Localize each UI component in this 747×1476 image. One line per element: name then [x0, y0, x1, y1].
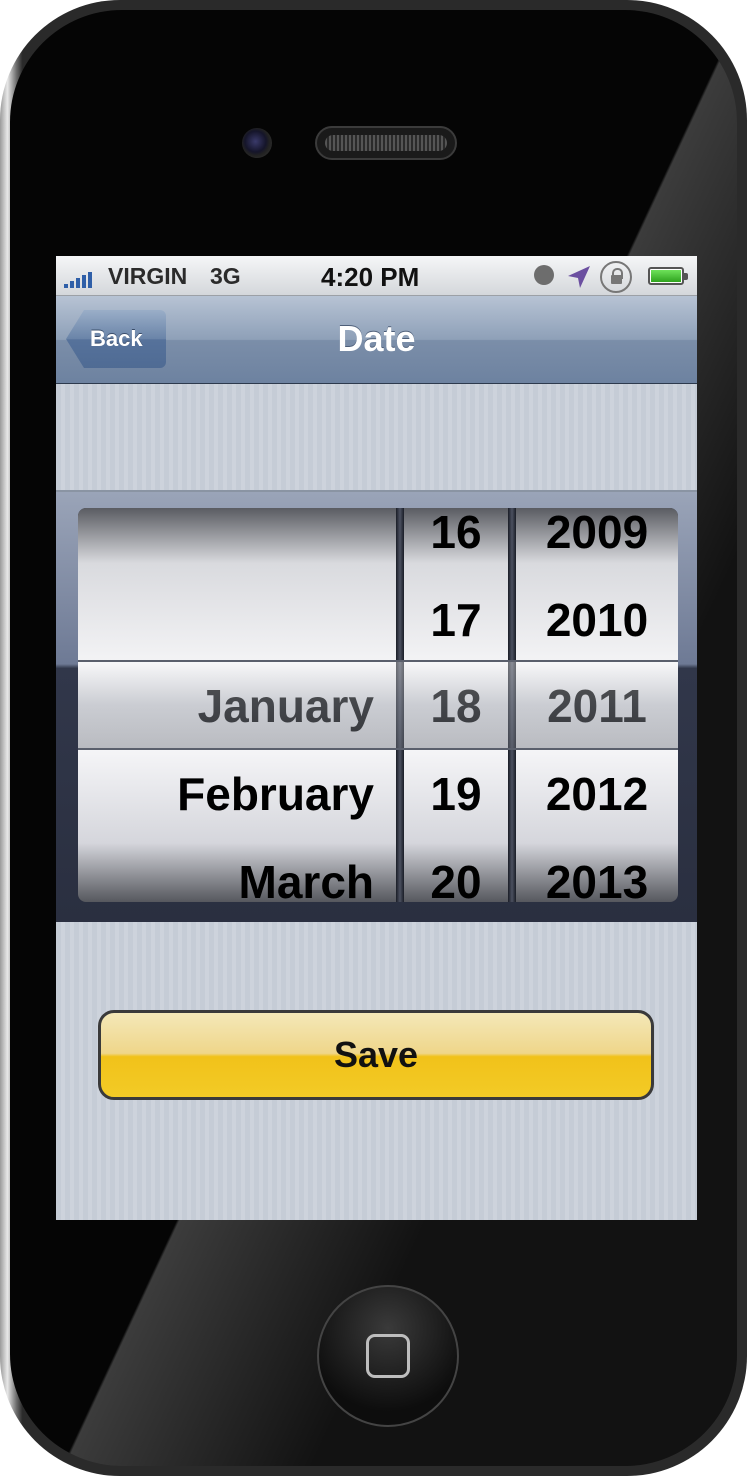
network-type: 3G: [210, 263, 241, 289]
status-bar: VIRGIN 3G 4:20 PM: [56, 256, 697, 296]
wheel-separator: [396, 508, 404, 902]
month-row: March: [238, 856, 374, 902]
day-row-selected: 18: [430, 680, 482, 732]
day-wheel[interactable]: 16 17 18 19 20: [404, 508, 508, 902]
year-row: 2010: [545, 594, 649, 646]
wheel-separator: [508, 508, 516, 902]
day-row: 16: [430, 508, 482, 558]
day-row: 17: [430, 594, 482, 646]
month-wheel[interactable]: January February March: [78, 508, 396, 902]
month-row-selected: January: [197, 680, 374, 732]
day-row: 20: [430, 856, 482, 902]
front-camera: [242, 128, 272, 158]
page-title: Date: [337, 318, 416, 359]
battery-icon: [648, 267, 688, 285]
year-row: 2009: [545, 508, 649, 558]
month-row: [78, 508, 396, 576]
month-row: [78, 576, 396, 664]
save-button-label: Save: [333, 1034, 419, 1075]
alarm-clock-icon: [534, 265, 554, 285]
content-area: [56, 384, 697, 492]
rotation-lock-icon: [600, 261, 632, 293]
month-row: February: [177, 768, 374, 820]
screen: VIRGIN 3G 4:20 PM Back Date January Febr…: [56, 256, 697, 1220]
status-time: 4:20 PM: [321, 262, 420, 292]
year-row: 2012: [545, 768, 649, 820]
earpiece-speaker: [315, 126, 457, 160]
location-arrow-icon: [568, 266, 590, 288]
home-button[interactable]: [317, 1285, 459, 1427]
year-wheel[interactable]: 2009 2010 2011 2012 2013: [516, 508, 678, 902]
save-button[interactable]: Save: [98, 1010, 654, 1100]
carrier-name: VIRGIN: [108, 263, 188, 289]
navigation-bar: Back Date: [56, 296, 697, 384]
date-picker: January February March 16 17 18 19 20 20…: [78, 508, 678, 902]
day-row: 19: [430, 768, 482, 820]
signal-strength-icon: [64, 268, 92, 288]
year-row: 2013: [545, 856, 649, 902]
year-row-selected: 2011: [547, 680, 647, 732]
home-square-icon: [366, 1334, 410, 1378]
